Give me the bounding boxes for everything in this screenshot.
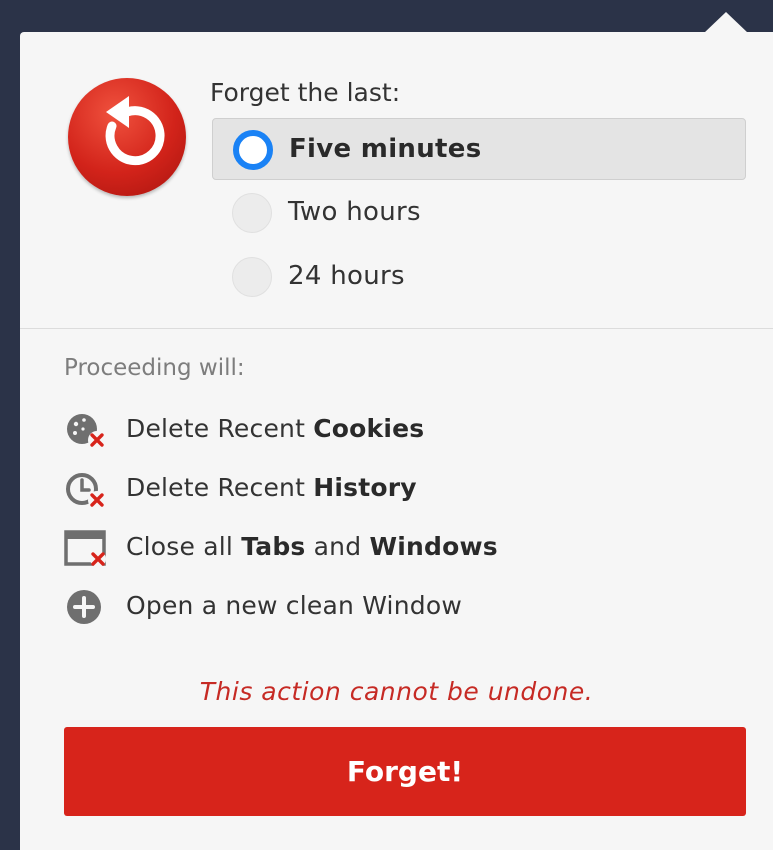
forget-the-last-label: Forget the last: <box>210 78 401 107</box>
proceeding-title: Proceeding will: <box>64 355 245 381</box>
list-item-open-clean-window: Open a new clean Window <box>64 587 724 627</box>
radio-button[interactable] <box>233 130 273 170</box>
radio-button[interactable] <box>232 257 272 297</box>
radio-button[interactable] <box>232 193 272 233</box>
item-label: Delete Recent Cookies <box>126 414 425 443</box>
list-item-close-tabs-windows: Close all Tabs and Windows <box>64 528 724 568</box>
item-label: Delete Recent History <box>126 473 417 502</box>
forget-button[interactable]: Forget! <box>64 727 746 816</box>
list-item-delete-cookies: Delete Recent Cookies <box>64 410 724 450</box>
option-24-hours[interactable]: 24 hours <box>212 246 746 308</box>
option-label: Two hours <box>288 197 421 227</box>
list-item-delete-history: Delete Recent History <box>64 469 724 509</box>
option-label: 24 hours <box>288 261 405 291</box>
divider <box>20 328 773 329</box>
warning-text: This action cannot be undone. <box>199 677 594 706</box>
undo-arrow-icon <box>68 78 186 196</box>
item-label: Close all Tabs and Windows <box>126 532 498 561</box>
plus-circle-icon <box>64 587 108 631</box>
option-two-hours[interactable]: Two hours <box>212 182 746 244</box>
option-label: Five minutes <box>289 134 482 164</box>
delete-cookies-icon <box>64 410 108 454</box>
option-five-minutes[interactable]: Five minutes <box>212 118 746 180</box>
close-windows-icon <box>64 528 108 572</box>
item-label: Open a new clean Window <box>126 591 462 620</box>
popup-arrow <box>704 12 748 33</box>
delete-history-icon <box>64 469 108 513</box>
forget-popup-panel: Forget the last: Five minutes Two hours … <box>20 32 773 850</box>
